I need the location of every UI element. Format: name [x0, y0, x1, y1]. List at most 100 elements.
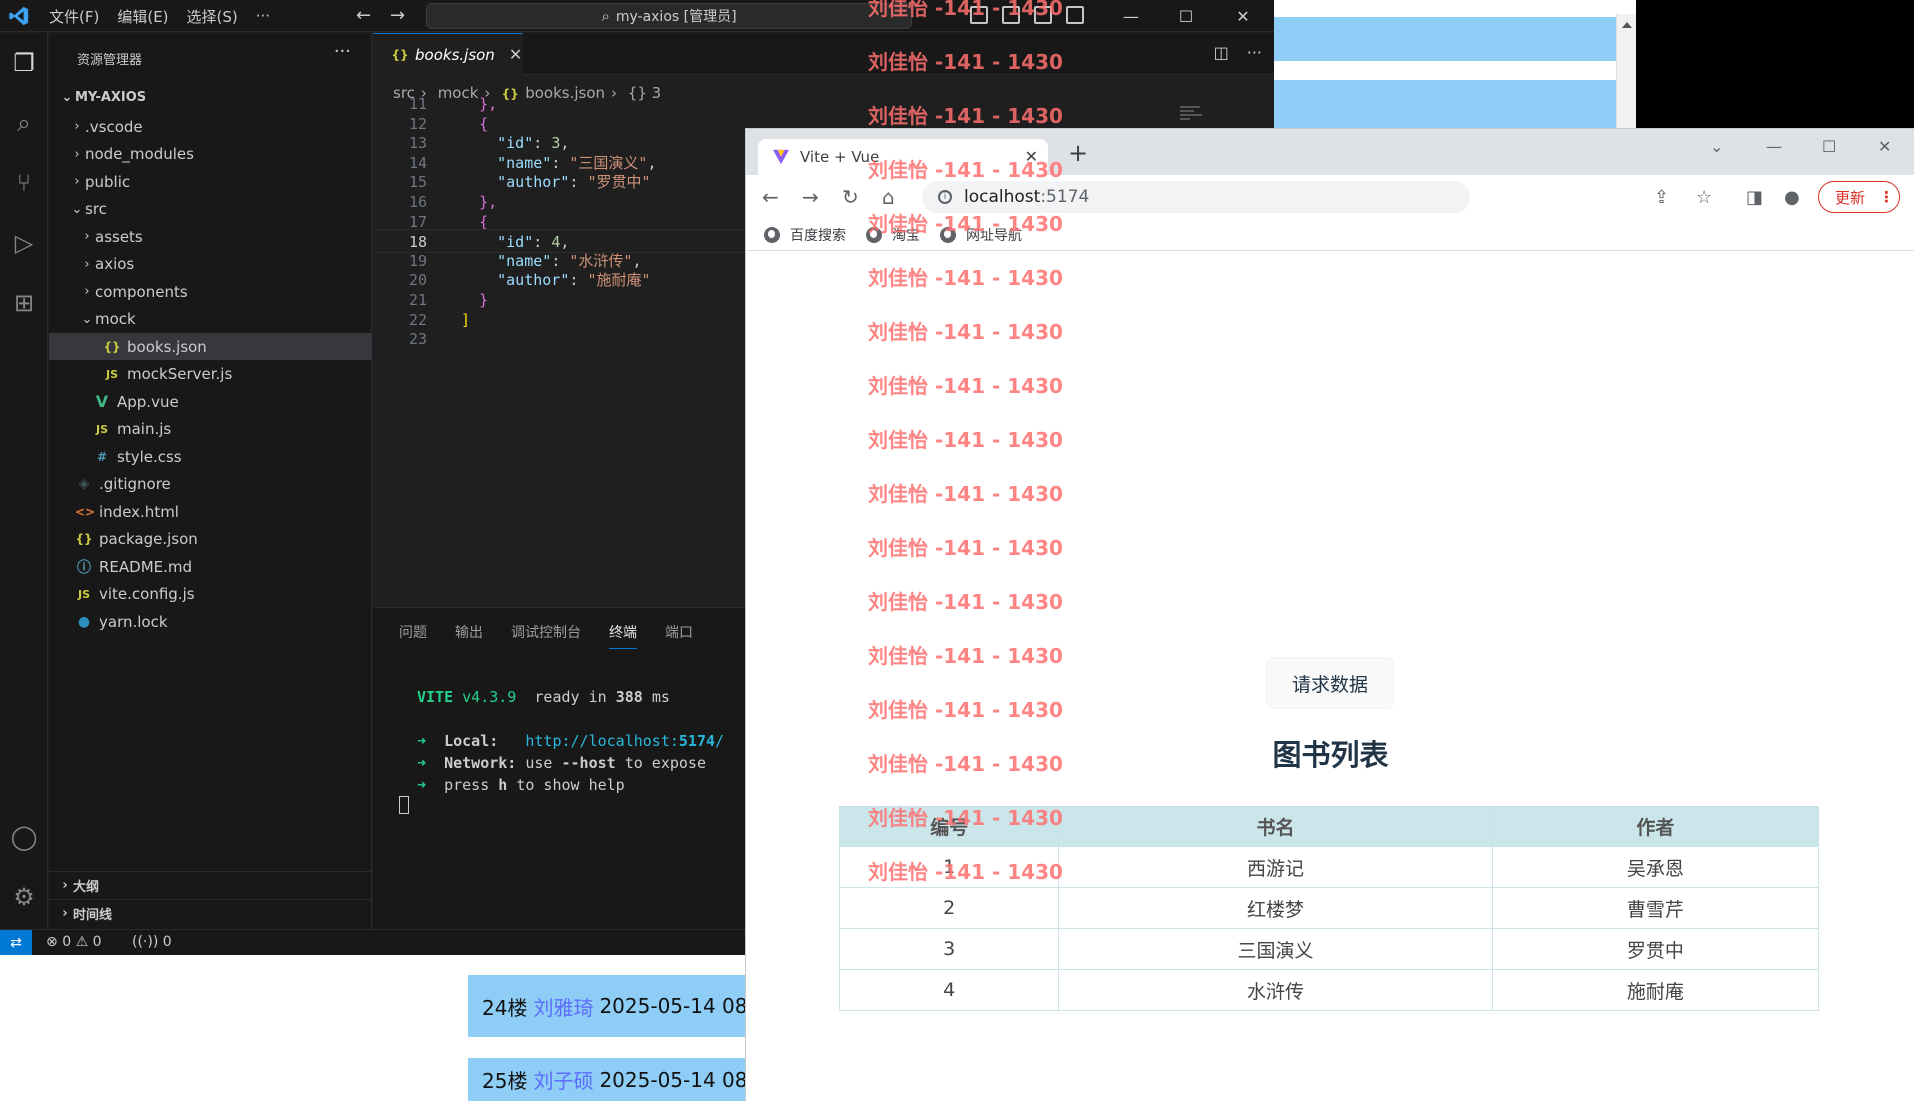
menu-more[interactable]: ··· [247, 7, 279, 25]
source-control-icon[interactable]: ⑂ [10, 169, 38, 197]
reload-icon[interactable]: ↻ [842, 185, 859, 209]
background-dark-area [1636, 0, 1914, 130]
tab-terminal[interactable]: 终端 [609, 622, 637, 649]
new-tab-icon[interactable]: + [1068, 139, 1088, 167]
search-icon[interactable]: ⌕ [10, 109, 38, 137]
timeline-section[interactable]: › 时间线 [49, 899, 372, 927]
bookmark-star-icon[interactable]: ☆ [1696, 187, 1712, 208]
profile-icon[interactable]: ● [1784, 187, 1800, 208]
request-data-button[interactable]: 请求数据 [1266, 657, 1394, 709]
customize-layout-icon[interactable] [1066, 6, 1084, 24]
home-icon[interactable]: ⌂ [882, 185, 895, 209]
bookmark-baidu[interactable]: 百度搜索 [764, 225, 846, 245]
tab-search-icon[interactable]: ⌄ [1710, 137, 1723, 156]
back-icon[interactable]: ← [762, 185, 779, 209]
bookmark-taobao[interactable]: 淘宝 [866, 225, 920, 245]
forward-arrow-icon[interactable]: → [390, 5, 405, 26]
share-icon[interactable]: ⇪ [1654, 187, 1669, 208]
side-panel-icon[interactable]: ◨ [1746, 187, 1763, 208]
site-info-icon[interactable]: i [938, 190, 952, 204]
floor-user-link[interactable]: 刘子硕 [533, 1065, 593, 1094]
tree-item[interactable]: {} package.json [49, 526, 372, 553]
tree-item[interactable]: › .vscode [49, 113, 372, 140]
maximize-icon[interactable]: ☐ [1822, 137, 1836, 156]
tree-item[interactable]: › node_modules [49, 141, 372, 168]
line-number: 23 [408, 330, 427, 349]
tree-item[interactable]: › components [49, 278, 372, 305]
tree-item[interactable]: {} books.json [49, 333, 372, 360]
menu-selection[interactable]: 选择(S) [178, 6, 247, 27]
explorer-root-folder[interactable]: ⌄ MY-AXIOS [49, 85, 372, 109]
account-icon[interactable]: ◯ [10, 823, 38, 851]
back-arrow-icon[interactable]: ← [356, 5, 371, 26]
tree-item[interactable]: # style.css [49, 443, 372, 470]
split-editor-icon[interactable]: ◫ [1214, 43, 1229, 62]
tree-item[interactable]: JS vite.config.js [49, 581, 372, 608]
minimize-icon[interactable]: — [1108, 0, 1154, 32]
browser-tab[interactable]: Vite + Vue ✕ [758, 139, 1048, 175]
close-icon[interactable]: ✕ [1878, 137, 1891, 156]
explorer-icon[interactable]: ❐ [10, 49, 38, 77]
tab-problems[interactable]: 问题 [399, 622, 427, 649]
more-actions-icon[interactable]: ··· [1247, 43, 1262, 62]
tree-item[interactable]: V App.vue [49, 388, 372, 415]
chevron-right-icon: › [74, 119, 80, 134]
explorer-more-button[interactable]: ··· [334, 41, 351, 62]
close-tab-icon[interactable]: ✕ [1025, 147, 1038, 166]
ports-status[interactable]: ((·)) 0 [132, 934, 172, 950]
toggle-secondary-sidebar-icon[interactable] [1034, 6, 1052, 24]
local-url-link[interactable]: http://localhost:5174/ [525, 732, 724, 750]
scroll-up-icon[interactable] [1622, 22, 1632, 28]
tree-item[interactable]: › axios [49, 251, 372, 278]
chevron-right-icon: › [62, 878, 68, 893]
menu-file[interactable]: 文件(F) [40, 6, 108, 27]
tab-output[interactable]: 输出 [455, 622, 483, 649]
tree-item[interactable]: JS mockServer.js [49, 361, 372, 388]
page-title: 图书列表 [1272, 738, 1389, 772]
extensions-icon[interactable]: ⊞ [10, 289, 38, 317]
title-bar: 文件(F) 编辑(E) 选择(S) ··· ← → ⌕ my-axios [管理… [0, 0, 1274, 32]
maximize-icon[interactable]: ☐ [1163, 0, 1209, 32]
outline-section[interactable]: › 大纲 [49, 871, 372, 899]
close-icon[interactable]: ✕ [1220, 0, 1266, 32]
tab-ports[interactable]: 端口 [665, 622, 693, 649]
address-bar[interactable]: i localhost:5174 [922, 181, 1470, 213]
problems-status[interactable]: ⊗ 0 ⚠ 0 [46, 934, 102, 950]
menu-edit[interactable]: 编辑(E) [108, 6, 177, 27]
command-center-search[interactable]: ⌕ my-axios [管理员] [426, 3, 912, 29]
toggle-panel-icon[interactable] [1002, 6, 1020, 24]
tree-item[interactable]: › public [49, 168, 372, 195]
bookmark-nav[interactable]: 网址导航 [940, 225, 1022, 245]
forward-icon[interactable]: → [802, 185, 819, 209]
tab-debug-console[interactable]: 调试控制台 [511, 622, 581, 649]
menu-dots-icon[interactable]: ⋮ [1879, 188, 1894, 206]
error-icon: ⊗ [46, 934, 58, 950]
timeline-label: 时间线 [73, 908, 113, 923]
minimap[interactable] [1180, 104, 1210, 130]
tree-item[interactable]: JS main.js [49, 416, 372, 443]
chevron-right-icon: › [74, 174, 80, 189]
tree-item[interactable]: ● yarn.lock [49, 608, 372, 635]
tab-books-json[interactable]: {} books.json ✕ [373, 33, 523, 75]
table-row: 3 三国演义 罗贯中 [838, 928, 1820, 970]
run-debug-icon[interactable]: ▷ [10, 229, 38, 257]
update-button[interactable]: 更新 ⋮ [1818, 181, 1900, 213]
table-cell: 西游记 [1058, 846, 1493, 888]
background-scrollbar[interactable] [1616, 14, 1636, 130]
tree-item[interactable]: ◈ .gitignore [49, 471, 372, 498]
minimize-icon[interactable]: — [1766, 137, 1782, 156]
browser-toolbar: ← → ↻ ⌂ i localhost:5174 ⇪ ☆ ◨ ● 更新 ⋮ [746, 175, 1914, 219]
toggle-primary-sidebar-icon[interactable] [970, 6, 988, 24]
close-tab-icon[interactable]: ✕ [509, 45, 522, 64]
chevron-right-icon: › [74, 146, 80, 162]
terminal-line: ➜ press h to show help [417, 776, 625, 794]
settings-gear-icon[interactable]: ⚙ [10, 883, 38, 911]
tree-item[interactable]: › assets [49, 223, 372, 250]
floor-user-link[interactable]: 刘雅琦 [533, 992, 593, 1021]
tree-item[interactable]: <> index.html [49, 498, 372, 525]
tree-item[interactable]: ⓘ README.md [49, 553, 372, 580]
tree-item[interactable]: ⌄ src [49, 196, 372, 223]
remote-indicator-icon[interactable]: ⇄ [0, 930, 32, 955]
tree-item[interactable]: ⌄ mock [49, 306, 372, 333]
